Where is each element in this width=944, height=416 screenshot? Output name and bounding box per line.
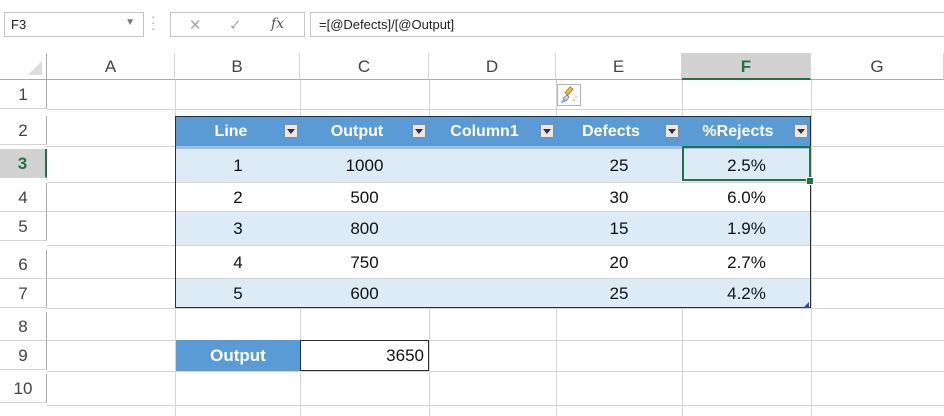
row-header-1[interactable]: 1	[0, 80, 47, 109]
enter-icon[interactable]: ✓	[229, 16, 242, 34]
table-resize-handle[interactable]	[803, 302, 809, 308]
row-header-9[interactable]: 9	[0, 341, 47, 370]
column-header-a[interactable]: A	[47, 53, 175, 80]
row-header-6[interactable]: 6	[0, 250, 47, 279]
summary-value[interactable]: 3650	[300, 340, 429, 371]
formula-buttons: ✕ ✓ fx	[170, 12, 305, 37]
chevron-down-icon[interactable]: ▼	[125, 17, 135, 28]
fill-handle[interactable]	[806, 177, 814, 185]
name-box[interactable]: F3 ▼	[4, 12, 144, 37]
select-all-button[interactable]	[0, 53, 47, 80]
row-header-4[interactable]: 4	[0, 183, 47, 212]
row-header-10[interactable]: 10	[0, 374, 47, 403]
formula-input[interactable]: =[@Defects]/[@Output]	[310, 12, 944, 37]
column-header-c[interactable]: C	[300, 53, 429, 80]
row-header-3[interactable]: 3	[0, 149, 47, 178]
formula-text: =[@Defects]/[@Output]	[319, 17, 455, 32]
data-table-border	[175, 116, 811, 308]
cancel-icon[interactable]: ✕	[189, 16, 202, 34]
formula-bar: F3 ▼ · · · ✕ ✓ fx =[@Defects]/[@Output]	[0, 0, 944, 50]
row-header-2[interactable]: 2	[0, 116, 47, 145]
column-header-d[interactable]: D	[429, 53, 556, 80]
active-cell-outline	[682, 146, 811, 181]
name-box-value: F3	[11, 17, 27, 32]
column-header-b[interactable]: B	[175, 53, 300, 80]
row-header-8[interactable]: 8	[0, 312, 47, 341]
insert-function-icon[interactable]: fx	[271, 16, 284, 32]
more-options-icon[interactable]: · · ·	[151, 10, 155, 35]
summary-label[interactable]: Output	[176, 340, 300, 371]
paintbrush-icon[interactable]	[557, 84, 581, 106]
column-header-e[interactable]: E	[556, 53, 682, 80]
row-header-5[interactable]: 5	[0, 212, 47, 241]
column-header-g[interactable]: G	[811, 53, 944, 80]
row-header-7[interactable]: 7	[0, 279, 47, 308]
column-header-f[interactable]: F	[682, 53, 811, 80]
